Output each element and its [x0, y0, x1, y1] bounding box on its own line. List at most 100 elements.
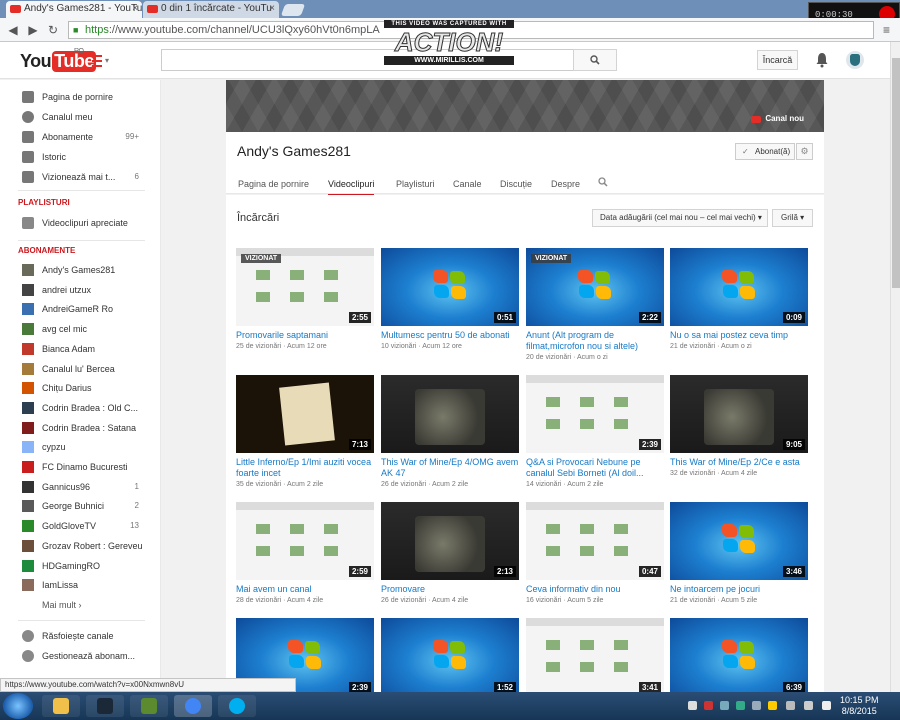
video-card[interactable]: This War of Mine/Ep 4/OMG avem AK 47 26 d…: [381, 375, 520, 488]
video-thumbnail[interactable]: VIZIONAT 2:55: [236, 248, 374, 326]
video-thumbnail[interactable]: 2:39: [526, 375, 664, 453]
forward-arrow-icon[interactable]: ▶: [26, 23, 40, 37]
video-thumbnail[interactable]: VIZIONAT 2:22: [526, 248, 664, 326]
subscription-item[interactable]: IamLissa: [0, 576, 161, 594]
subscription-item[interactable]: Gannicus96 1: [0, 478, 161, 496]
subscription-item[interactable]: Grozav Robert : Gereveu: [0, 537, 161, 555]
tray-network-icon[interactable]: [804, 701, 813, 710]
video-title-link[interactable]: Promovare: [381, 584, 520, 595]
sidebar-item[interactable]: Răsfoiește canale: [0, 627, 161, 645]
video-card[interactable]: 6:39: [670, 618, 809, 696]
sidebar-item[interactable]: Pagina de pornire: [0, 88, 161, 106]
tab-close-icon[interactable]: ×: [269, 3, 275, 14]
video-title-link[interactable]: Ne intoarcem pe jocuri: [670, 584, 809, 595]
video-card[interactable]: 0:51 Multumesc pentru 50 de abonati 10 viz…: [381, 248, 520, 350]
taskbar-chrome-button[interactable]: [174, 695, 212, 717]
subscription-item[interactable]: Bianca Adam: [0, 340, 161, 358]
tray-flag-icon[interactable]: [786, 701, 795, 710]
avatar[interactable]: [846, 51, 864, 69]
tab-discu-ie[interactable]: Discuție: [500, 179, 532, 189]
tab-canale[interactable]: Canale: [453, 179, 482, 189]
subscription-item[interactable]: George Buhnici 2: [0, 497, 161, 515]
system-clock[interactable]: 10:15 PM 8/8/2015: [840, 695, 879, 717]
video-thumbnail[interactable]: 6:39: [670, 618, 808, 696]
video-title-link[interactable]: Mai avem un canal: [236, 584, 375, 595]
video-thumbnail[interactable]: 2:59: [236, 502, 374, 580]
video-thumbnail[interactable]: 0:47: [526, 502, 664, 580]
view-grid-dropdown[interactable]: Grilă ▾: [772, 209, 813, 227]
sort-dropdown[interactable]: Data adăugării (cel mai nou – cel mai ve…: [592, 209, 768, 227]
sidebar-item-liked-videos[interactable]: Videoclipuri apreciate: [0, 214, 161, 232]
taskbar-steam-button[interactable]: [86, 695, 124, 717]
video-card[interactable]: 7:13 Little Inferno/Ep 1/Imi auziti vocea…: [236, 375, 375, 488]
tab-pagina-de-pornire[interactable]: Pagina de pornire: [238, 179, 309, 189]
video-card[interactable]: 1:52: [381, 618, 520, 696]
tray-steam-icon[interactable]: [688, 701, 697, 710]
tab-close-icon[interactable]: ×: [132, 3, 138, 14]
tray-recorder-icon[interactable]: [704, 701, 713, 710]
tray-app-icon[interactable]: [752, 701, 761, 710]
taskbar-minecraft-button[interactable]: [130, 695, 168, 717]
video-title-link[interactable]: Ceva informativ din nou: [526, 584, 665, 595]
tray-app-icon[interactable]: [768, 701, 777, 710]
video-title-link[interactable]: Little Inferno/Ep 1/Imi auziti vocea foa…: [236, 457, 375, 479]
video-card[interactable]: 0:09 Nu o sa mai postez ceva timp 21 de vi…: [670, 248, 809, 350]
back-arrow-icon[interactable]: ◀: [6, 23, 20, 37]
video-thumbnail[interactable]: 0:09: [670, 248, 808, 326]
video-card[interactable]: 2:13 Promovare 26 de vizionări · Acum 4 zi…: [381, 502, 520, 604]
video-card[interactable]: VIZIONAT 2:55 Promovarile saptamani 25 de v…: [236, 248, 375, 350]
tray-app-icon[interactable]: [736, 701, 745, 710]
subscription-item[interactable]: avg cel mic: [0, 320, 161, 338]
subscription-item[interactable]: Canalul lu' Bercea: [0, 360, 161, 378]
upload-button[interactable]: Încarcă: [757, 50, 798, 70]
tray-app-icon[interactable]: [720, 701, 729, 710]
video-title-link[interactable]: Nu o sa mai postez ceva timp: [670, 330, 809, 341]
guide-menu-icon[interactable]: [92, 55, 106, 67]
subscription-item[interactable]: cypzu: [0, 438, 161, 456]
scrollbar-thumb[interactable]: [892, 58, 900, 288]
video-card[interactable]: 3:41: [526, 618, 665, 696]
video-thumbnail[interactable]: 9:05: [670, 375, 808, 453]
browser-tab-uploads[interactable]: 0 din 1 încărcate - YouTu ×: [143, 1, 279, 18]
new-channel-link[interactable]: Canal nou: [751, 114, 804, 123]
video-title-link[interactable]: This War of Mine/Ep 2/Ce e asta: [670, 457, 809, 468]
taskbar-explorer-button[interactable]: [42, 695, 80, 717]
video-card[interactable]: 9:05 This War of Mine/Ep 2/Ce e asta 32 de…: [670, 375, 809, 477]
video-title-link[interactable]: Anunt (Alt program de filmat,microfon no…: [526, 330, 665, 352]
subscription-item[interactable]: Chițu Darius: [0, 379, 161, 397]
subscription-settings-gear-icon[interactable]: ⚙: [796, 143, 813, 160]
tab-playlisturi[interactable]: Playlisturi: [396, 179, 435, 189]
search-button[interactable]: [573, 49, 617, 71]
video-card[interactable]: 2:39 Q&A si Provocari Nebune pe canalul S…: [526, 375, 665, 488]
youtube-logo[interactable]: You Tube RO: [20, 48, 96, 72]
sidebar-more-link[interactable]: Mai mult ›: [0, 596, 161, 614]
video-thumbnail[interactable]: 3:41: [526, 618, 664, 696]
subscription-item[interactable]: HDGamingRO: [0, 557, 161, 575]
video-thumbnail[interactable]: 3:46: [670, 502, 808, 580]
tab-despre[interactable]: Despre: [551, 179, 580, 189]
video-title-link[interactable]: Promovarile saptamani: [236, 330, 375, 341]
video-title-link[interactable]: This War of Mine/Ep 4/OMG avem AK 47: [381, 457, 520, 479]
video-title-link[interactable]: Multumesc pentru 50 de abonati: [381, 330, 520, 341]
taskbar-skype-button[interactable]: [218, 695, 256, 717]
video-title-link[interactable]: Q&A si Provocari Nebune pe canalul Sebi …: [526, 457, 665, 479]
sidebar-item[interactable]: Abonamente 99+: [0, 128, 161, 146]
sidebar-item[interactable]: Vizionează mai t... 6: [0, 168, 161, 186]
browser-menu-icon[interactable]: ≡: [883, 23, 890, 37]
subscription-item[interactable]: GoldGloveTV 13: [0, 517, 161, 535]
reload-icon[interactable]: ↻: [46, 23, 60, 37]
video-card[interactable]: 2:59 Mai avem un canal 28 de vizionări · A…: [236, 502, 375, 604]
video-thumbnail[interactable]: 2:13: [381, 502, 519, 580]
video-card[interactable]: 3:46 Ne intoarcem pe jocuri 21 de vizionăr…: [670, 502, 809, 604]
new-tab-button[interactable]: [280, 4, 306, 16]
sidebar-item[interactable]: Gestionează abonam...: [0, 647, 161, 665]
video-card[interactable]: VIZIONAT 2:22 Anunt (Alt program de filmat…: [526, 248, 665, 361]
subscription-item[interactable]: andrei utzux: [0, 281, 161, 299]
start-button[interactable]: [3, 693, 33, 719]
video-thumbnail[interactable]: [381, 375, 519, 453]
bell-icon[interactable]: [815, 52, 829, 68]
browser-tab-channel[interactable]: Andy's Games281 - YouTu ×: [6, 1, 142, 18]
video-card[interactable]: 0:47 Ceva informativ din nou 16 vizionări …: [526, 502, 665, 604]
video-thumbnail[interactable]: 0:51: [381, 248, 519, 326]
subscription-item[interactable]: Codrin Bradea : Old C...: [0, 399, 161, 417]
